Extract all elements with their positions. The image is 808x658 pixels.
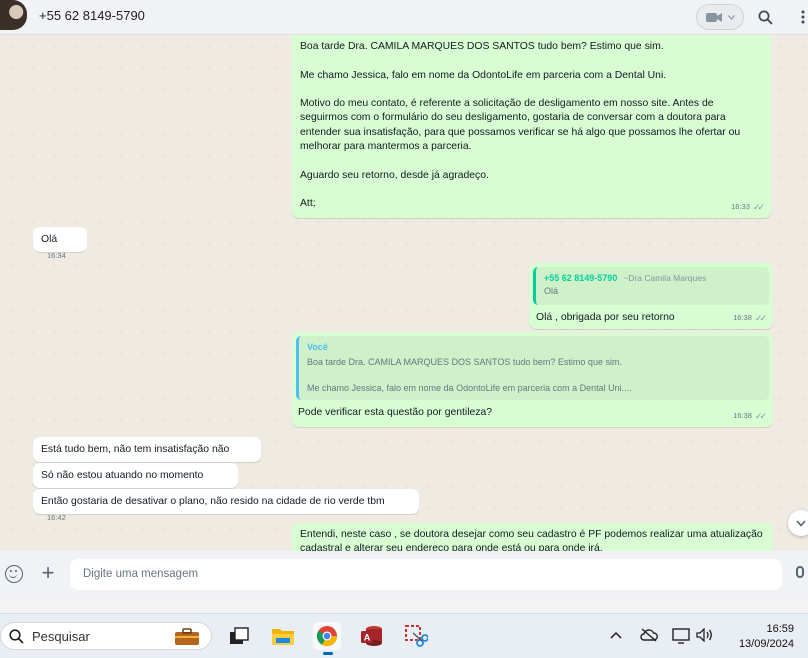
message-text: Então gostaria de desativar o plano, não…	[41, 496, 385, 507]
message-text: Entendi, neste caso , se doutora desejar…	[300, 529, 763, 551]
message-text: Pode verificar esta questão por gentilez…	[298, 407, 493, 418]
read-ticks-icon: ✓✓	[752, 201, 765, 212]
file-explorer-icon	[272, 629, 294, 645]
message-meta: 16:33 ✓✓	[731, 200, 765, 214]
speaker-icon[interactable]	[696, 627, 714, 645]
scroll-down-icon	[796, 519, 806, 527]
search-label: Pesquisar	[32, 628, 90, 644]
cloud-off-icon[interactable]	[640, 628, 658, 645]
windows-search-icon	[9, 628, 24, 644]
message-incoming[interactable]: Então gostaria de desativar o plano, não…	[33, 489, 419, 522]
scroll-down-button[interactable]	[788, 510, 808, 536]
windows-taskbar: Pesquisar A 16:59 13/09/2024	[0, 613, 808, 658]
snipping-tool-icon	[405, 625, 428, 647]
message-time: 16:34	[47, 251, 66, 261]
access-button[interactable]: A	[358, 622, 386, 650]
quote-author-name: ~Dra Camila Marques	[623, 273, 707, 283]
display-icon[interactable]	[672, 628, 690, 647]
message-meta: 16:38 ✓✓	[733, 409, 767, 423]
read-ticks-icon: ✓✓	[754, 312, 767, 323]
message-meta: 16:38 ✓✓	[733, 311, 767, 325]
contact-name[interactable]: +55 62 8149-5790	[39, 8, 145, 23]
clock-date: 13/09/2024	[738, 638, 794, 650]
message-input[interactable]: Digite uma mensagem	[70, 559, 782, 590]
chevron-down-icon	[727, 14, 735, 20]
message-time: 16:42	[47, 513, 66, 523]
message-incoming[interactable]: Só não estou atuando no momento 16:42	[33, 463, 238, 496]
message-outgoing-reply[interactable]: Você Boa tarde Dra. CAMILA MARQUES DOS S…	[292, 332, 773, 427]
chrome-button[interactable]	[313, 622, 341, 655]
svg-text:A: A	[364, 633, 371, 643]
menu-button[interactable]	[792, 6, 808, 28]
snipping-tool-button[interactable]	[402, 622, 430, 650]
menu-icon	[801, 10, 805, 24]
mic-icon[interactable]	[796, 566, 804, 578]
read-ticks-icon: ✓✓	[754, 410, 767, 421]
message-text: Olá	[41, 234, 58, 245]
message-text: Boa tarde Dra. CAMILA MARQUES DOS SANTOS…	[300, 41, 741, 210]
quoted-message[interactable]: Você Boa tarde Dra. CAMILA MARQUES DOS S…	[296, 336, 769, 400]
quote-text: Olá	[544, 286, 559, 297]
quote-author-number: +55 62 8149-5790	[544, 273, 618, 283]
message-text: Está tudo bem, não tem insatisfação não	[41, 444, 230, 455]
message-outgoing-reply[interactable]: +55 62 8149-5790 ~Dra Camila Marques Olá …	[529, 263, 773, 329]
message-list[interactable]: Boa tarde Dra. CAMILA MARQUES DOS SANTOS…	[0, 35, 808, 551]
taskbar-search[interactable]: Pesquisar	[0, 622, 212, 650]
composer: + Digite uma mensagem	[0, 551, 808, 599]
contact-avatar[interactable]	[0, 0, 27, 30]
video-call-button[interactable]	[696, 4, 744, 30]
quote-text: Boa tarde Dra. CAMILA MARQUES DOS SANTOS…	[307, 357, 632, 394]
file-explorer-button[interactable]	[269, 622, 297, 650]
message-incoming[interactable]: Olá 16:34	[33, 227, 87, 260]
quote-author: Você	[307, 342, 328, 352]
message-time: 16:33	[731, 201, 750, 211]
access-icon: A	[361, 626, 382, 646]
chat-header: +55 62 8149-5790	[0, 0, 808, 35]
message-outgoing[interactable]: Boa tarde Dra. CAMILA MARQUES DOS SANTOS…	[292, 35, 771, 218]
clock-time: 16:59	[766, 623, 794, 635]
message-outgoing[interactable]: Entendi, neste caso , se doutora desejar…	[292, 523, 773, 551]
attach-plus-icon[interactable]: +	[38, 562, 58, 584]
window-bottom-edge	[0, 599, 808, 613]
quoted-message[interactable]: +55 62 8149-5790 ~Dra Camila Marques Olá	[533, 267, 769, 305]
message-text: Só não estou atuando no momento	[41, 470, 204, 481]
task-view-button[interactable]	[225, 622, 253, 650]
search-button[interactable]	[754, 6, 776, 28]
emoji-icon[interactable]	[5, 565, 23, 583]
chrome-icon	[316, 626, 338, 647]
task-view-icon	[230, 627, 249, 644]
chevron-up-icon[interactable]	[610, 628, 622, 642]
message-time: 16:38	[733, 410, 752, 420]
message-time: 16:38	[733, 312, 752, 322]
briefcase-icon	[175, 628, 199, 645]
video-call-icon	[705, 12, 722, 22]
taskbar-clock[interactable]: 16:59 13/09/2024	[716, 622, 794, 652]
search-icon	[758, 10, 773, 25]
quote-author: +55 62 8149-5790 ~Dra Camila Marques	[544, 271, 761, 285]
message-incoming[interactable]: Está tudo bem, não tem insatisfação não …	[33, 437, 261, 470]
